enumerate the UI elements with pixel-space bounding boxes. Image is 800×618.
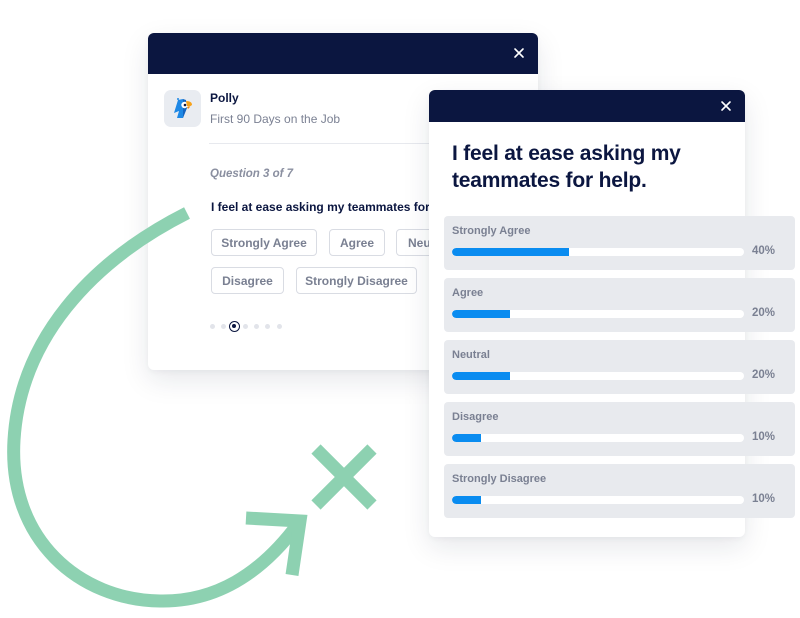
result-row: Disagree 10% xyxy=(444,402,795,456)
question-progress-dots xyxy=(210,321,290,332)
progress-dot[interactable] xyxy=(210,324,215,329)
result-percent: 40% xyxy=(752,245,776,257)
close-icon[interactable] xyxy=(719,99,733,113)
progress-dot[interactable] xyxy=(221,324,226,329)
option-strongly-agree[interactable]: Strongly Agree xyxy=(211,229,317,256)
close-icon[interactable] xyxy=(512,46,526,60)
progress-dot[interactable] xyxy=(254,324,259,329)
option-disagree[interactable]: Disagree xyxy=(211,267,284,294)
result-label: Disagree xyxy=(452,411,499,423)
result-row: Agree 20% xyxy=(444,278,795,332)
question-text: I feel at ease asking my teammates for h… xyxy=(211,200,462,214)
result-bar-fill xyxy=(452,434,482,442)
result-row: Strongly Agree 40% xyxy=(444,216,795,270)
option-strongly-disagree[interactable]: Strongly Disagree xyxy=(296,267,417,294)
result-percent: 20% xyxy=(752,369,776,381)
result-percent: 20% xyxy=(752,307,776,319)
result-percent: 10% xyxy=(752,431,776,443)
progress-dot[interactable] xyxy=(243,324,248,329)
result-bar-fill xyxy=(452,248,569,256)
survey-name: First 90 Days on the Job xyxy=(210,112,341,126)
result-label: Strongly Disagree xyxy=(452,473,547,485)
result-bar-track xyxy=(452,434,744,442)
result-row: Strongly Disagree 10% xyxy=(444,464,795,518)
polly-logo-icon xyxy=(164,90,201,127)
x-mark-icon xyxy=(311,444,377,510)
result-bar-track xyxy=(452,310,744,318)
question-counter: Question 3 of 7 xyxy=(210,168,294,180)
result-label: Strongly Agree xyxy=(452,225,531,237)
survey-results-card: I feel at ease asking my teammates for h… xyxy=(429,90,795,537)
progress-dot[interactable] xyxy=(265,324,270,329)
result-bar-track xyxy=(452,496,744,504)
result-bar-track xyxy=(452,372,744,380)
result-bar-fill xyxy=(452,496,482,504)
progress-dot-active[interactable] xyxy=(229,321,240,332)
result-bar-track xyxy=(452,248,744,256)
results-card-header xyxy=(429,90,745,122)
app-name: Polly xyxy=(210,91,239,105)
result-percent: 10% xyxy=(752,493,776,505)
result-bar-fill xyxy=(452,310,511,318)
result-row: Neutral 20% xyxy=(444,340,795,394)
results-title: I feel at ease asking my teammates for h… xyxy=(452,142,681,192)
result-bar-fill xyxy=(452,372,511,380)
option-agree[interactable]: Agree xyxy=(329,229,385,256)
result-label: Neutral xyxy=(452,349,490,361)
survey-card-header xyxy=(148,33,538,74)
progress-dot[interactable] xyxy=(277,324,282,329)
result-label: Agree xyxy=(452,287,484,299)
